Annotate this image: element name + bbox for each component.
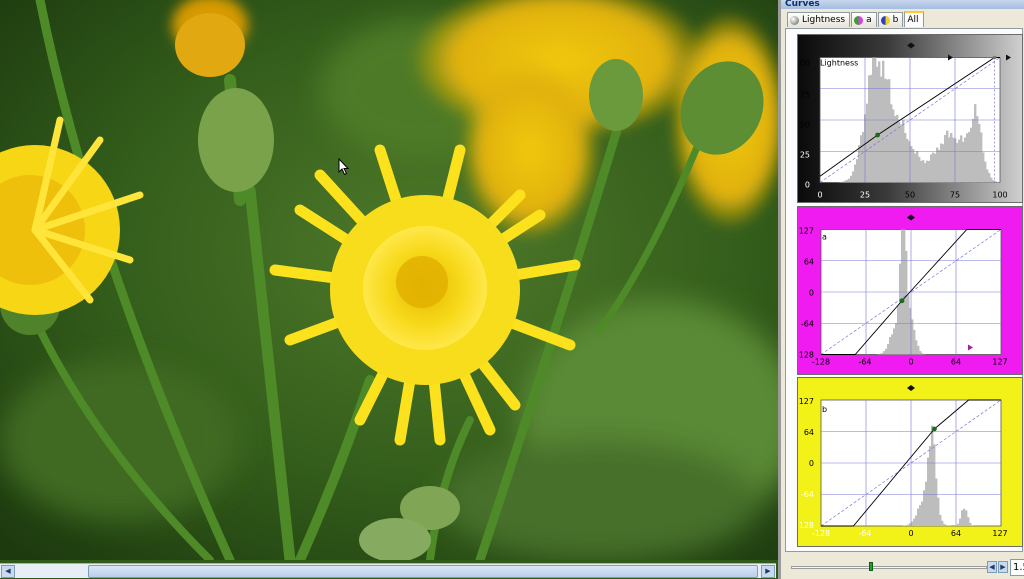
- photo-flowers: [0, 0, 778, 560]
- histogram-bar: [971, 525, 974, 526]
- range-marker-icon: [1006, 54, 1011, 61]
- y-tick-label: -64: [801, 320, 814, 329]
- tab-a[interactable]: a: [851, 12, 877, 27]
- x-tick-label: 127: [992, 529, 1007, 538]
- curve-control-point: [875, 132, 880, 138]
- panel-title: Curves: [781, 0, 1024, 9]
- drag-arrows-icon: [907, 385, 915, 391]
- x-tick-label: 0: [908, 529, 913, 538]
- y-tick-label: 0: [805, 181, 810, 190]
- scroll-right-icon[interactable]: ▶: [761, 565, 775, 578]
- curve-control-point: [899, 298, 905, 304]
- x-tick-label: 0: [908, 358, 913, 367]
- lightness-curve-box: Lightness 100 75 50 25 0 0 25 50 75 100: [797, 34, 1023, 203]
- zoom-slider-track[interactable]: [791, 566, 987, 569]
- x-tick-label: 64: [951, 529, 961, 538]
- y-tick-label: -64: [801, 490, 814, 499]
- lightness-channel-icon: [790, 15, 799, 25]
- x-tick-label: -64: [858, 529, 871, 538]
- a-marks: [820, 214, 1002, 355]
- horizontal-scrollbar[interactable]: ◀ ▶: [0, 563, 776, 578]
- a-curve-editor[interactable]: a 127 64 0 -64 -128 -128 -64 0 64 127: [798, 207, 1024, 377]
- zoom-out-icon[interactable]: ◀: [987, 561, 997, 573]
- tab-label: b: [892, 14, 899, 25]
- y-tick-label: 100: [798, 59, 810, 68]
- tab-b[interactable]: b: [877, 12, 904, 27]
- b-channel-icon: [880, 15, 890, 25]
- y-tick-label: 64: [804, 258, 814, 267]
- b-curve-box: b 127 64 0 -64 -128 -128 -64 0 64 127: [797, 377, 1023, 547]
- b-marks: [820, 385, 1002, 527]
- x-tick-label: -128: [812, 529, 830, 538]
- zoom-value-field[interactable]: 1.57: [1010, 559, 1024, 576]
- a-curve-box: a 127 64 0 -64 -128 -128 -64 0 64 127: [797, 206, 1023, 375]
- x-tick-label: 64: [951, 358, 961, 367]
- channel-tabs: Lightness a b All: [787, 11, 925, 28]
- app-window: ◀ ▶ Curves Lightness a b All Lightness 0…: [0, 0, 1024, 579]
- mouse-cursor-icon: [338, 158, 350, 176]
- tab-label: a: [866, 14, 872, 25]
- zoom-slider-thumb[interactable]: [869, 562, 873, 571]
- y-tick-label: 127: [799, 227, 814, 236]
- lightness-curve-editor[interactable]: Lightness 100 75 50 25 0 0 25 50 75 100: [798, 35, 1024, 205]
- curve-channel-label: Lightness: [820, 59, 858, 68]
- x-tick-label: 25: [860, 191, 870, 200]
- curve-channel-label: a: [822, 233, 827, 242]
- zoom-bar: ◀ ▶ 1.57: [781, 557, 1024, 579]
- curve-channel-label: b: [822, 405, 827, 414]
- curve-control-point: [932, 426, 937, 432]
- a-channel-icon: [854, 15, 864, 25]
- x-tick-label: 0: [817, 191, 822, 200]
- y-tick-label: 64: [804, 428, 814, 437]
- drag-arrows-icon: [907, 42, 915, 49]
- x-tick-label: 50: [905, 191, 915, 200]
- image-canvas[interactable]: ◀ ▶: [0, 0, 778, 579]
- b-curve-editor[interactable]: b 127 64 0 -64 -128 -128 -64 0 64 127: [798, 378, 1024, 548]
- zoom-in-icon[interactable]: ▶: [998, 561, 1008, 573]
- scrollbar-thumb[interactable]: [88, 565, 758, 578]
- y-tick-label: 0: [809, 459, 814, 468]
- tab-label: Lightness: [802, 14, 846, 25]
- curves-panel: Curves Lightness a b All Lightness 00 75…: [778, 0, 1024, 579]
- tab-lightness[interactable]: Lightness: [787, 12, 851, 27]
- x-tick-label: 100: [992, 191, 1007, 200]
- tab-all[interactable]: All: [904, 11, 924, 27]
- tab-label: All: [907, 14, 919, 25]
- x-tick-label: 127: [992, 358, 1007, 367]
- y-tick-label: 25: [800, 151, 810, 160]
- y-tick-label: 50: [800, 121, 810, 130]
- x-tick-label: 75: [950, 191, 960, 200]
- y-tick-label: 75: [800, 91, 810, 100]
- x-tick-label: -64: [858, 358, 871, 367]
- drag-arrows-icon: [907, 214, 915, 221]
- y-tick-label: 127: [799, 397, 814, 406]
- x-tick-label: -128: [812, 358, 830, 367]
- y-tick-label: 0: [809, 289, 814, 298]
- curve-end-point: [992, 55, 997, 60]
- scroll-left-icon[interactable]: ◀: [1, 565, 15, 578]
